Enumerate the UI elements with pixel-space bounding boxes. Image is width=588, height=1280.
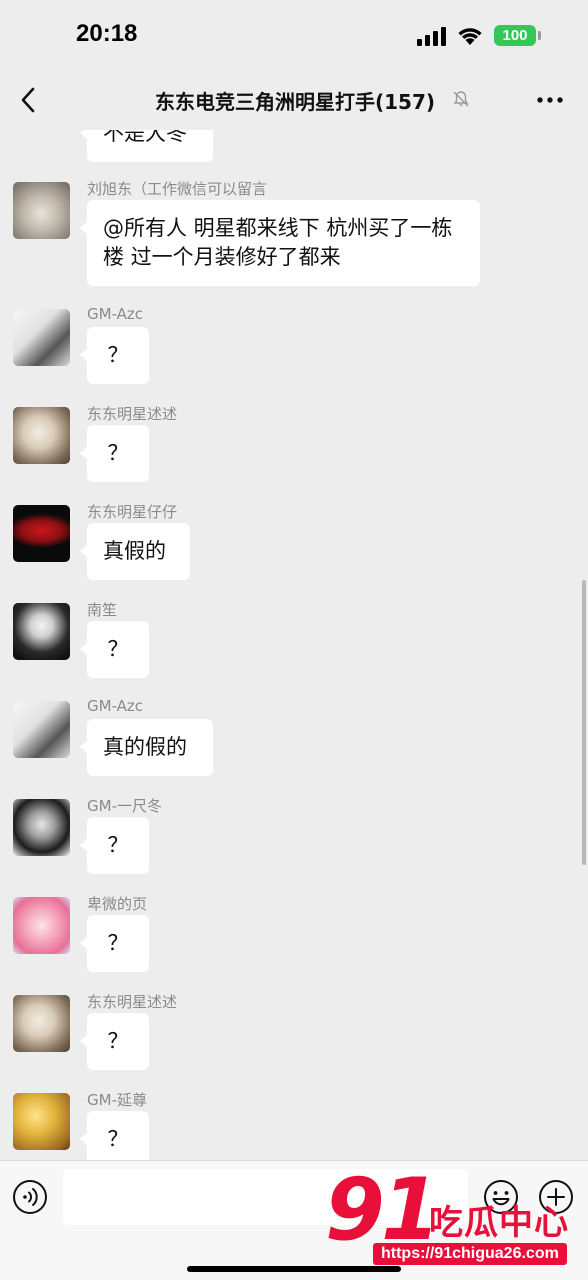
- avatar[interactable]: [13, 995, 70, 1052]
- battery-tip: [538, 31, 541, 40]
- avatar[interactable]: [13, 799, 70, 856]
- wifi-icon: [458, 28, 482, 45]
- avatar[interactable]: [13, 505, 70, 562]
- avatar[interactable]: [13, 701, 70, 758]
- message-bubble[interactable]: ？: [80, 621, 149, 678]
- watermark-url: https://91chigua26.com: [373, 1243, 567, 1265]
- avatar[interactable]: [13, 897, 70, 954]
- message-bubble[interactable]: 真假的: [80, 523, 190, 580]
- sender-name: 南笙: [87, 601, 118, 619]
- status-bar: 20:18 100: [0, 0, 588, 70]
- message-bubble[interactable]: ？: [80, 915, 149, 972]
- sender-name: GM-Azc: [87, 305, 144, 323]
- message-bubble[interactable]: ？: [80, 817, 149, 874]
- scrollbar-thumb[interactable]: [582, 580, 586, 865]
- message-bubble[interactable]: ？: [80, 1111, 149, 1160]
- message-bubble[interactable]: 真的假的: [80, 719, 213, 776]
- voice-input-icon[interactable]: [12, 1179, 48, 1215]
- sender-name: GM-延尊: [87, 1091, 147, 1109]
- back-button[interactable]: [12, 80, 52, 120]
- message-bubble[interactable]: ？: [80, 1013, 149, 1070]
- avatar[interactable]: [13, 309, 70, 366]
- watermark-number: 91: [325, 1160, 441, 1260]
- signal-icon: [417, 27, 446, 46]
- sender-name: 东东明星仔仔: [87, 503, 178, 521]
- watermark-name: 吃瓜中心: [429, 1203, 569, 1243]
- sender-name: 卑微的页: [87, 895, 148, 913]
- watermark: 91 吃瓜中心 https://91chigua26.com: [325, 1165, 585, 1277]
- status-time: 20:18: [76, 20, 138, 47]
- more-options-icon[interactable]: [530, 84, 570, 116]
- nav-bar: 东东电竞三角洲明星打手(157): [0, 70, 588, 130]
- avatar[interactable]: [13, 603, 70, 660]
- message-bubble[interactable]: ？: [80, 327, 149, 384]
- sender-name: 东东明星述述: [87, 405, 178, 423]
- avatar[interactable]: [13, 1093, 70, 1150]
- message-bubble[interactable]: @所有人 明星都来线下 杭州买了一栋楼 过一个月装修好了都来: [80, 200, 480, 286]
- message-bubble[interactable]: ？: [80, 425, 149, 482]
- chat-title: 东东电竞三角洲明星打手(157): [154, 90, 436, 114]
- sender-name: 刘旭东（工作微信可以留言: [87, 180, 268, 198]
- battery-indicator: 100: [494, 25, 536, 46]
- avatar[interactable]: [13, 182, 70, 239]
- mute-bell-icon: [453, 91, 469, 107]
- chat-area[interactable]: 不是大冬 刘旭东（工作微信可以留言 @所有人 明星都来线下 杭州买了一栋楼 过一…: [0, 0, 588, 1160]
- sender-name: 东东明星述述: [87, 993, 178, 1011]
- avatar[interactable]: [13, 407, 70, 464]
- sender-name: GM-Azc: [87, 697, 144, 715]
- sender-name: GM-一尺冬: [87, 797, 162, 815]
